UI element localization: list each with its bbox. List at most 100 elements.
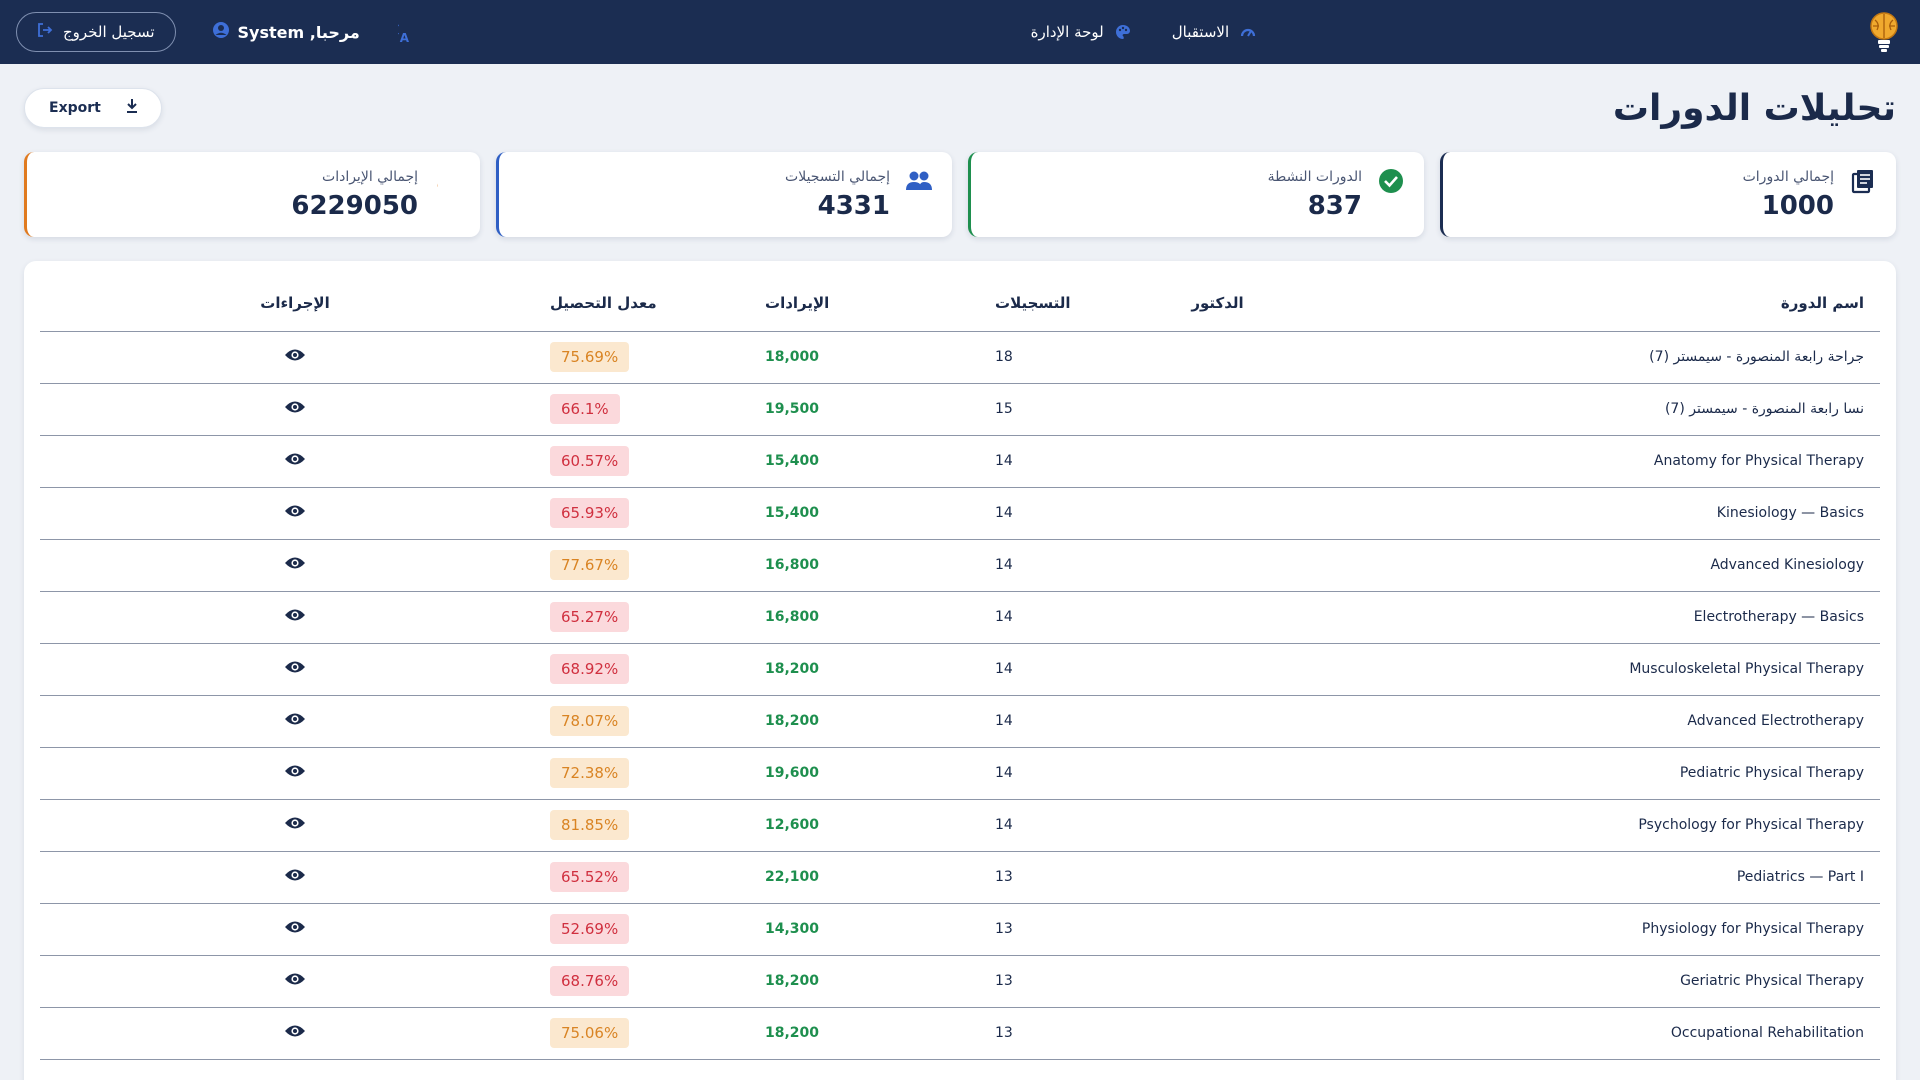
view-eye-icon[interactable]: [284, 452, 306, 466]
view-eye-icon[interactable]: [284, 504, 306, 518]
course-name-cell: Kinesiology — Basics: [1280, 487, 1880, 540]
revenue-value: 22,100: [765, 869, 820, 885]
collection-rate-badge: 78.07%: [550, 706, 630, 736]
people-icon: [904, 166, 934, 196]
actions-cell: [40, 331, 550, 384]
navbar-user-area: 文A مرحبا, System تسجيل الخروج: [16, 12, 424, 52]
actions-cell: [40, 903, 550, 956]
view-eye-icon[interactable]: [284, 400, 306, 414]
collection-rate-badge: 77.67%: [550, 550, 630, 580]
enrollments-cell: 14: [995, 539, 1155, 592]
table-row[interactable]: Pediatric Physical Therapy 14 19,600 72.38%: [40, 747, 1880, 800]
user-circle-icon: [212, 21, 230, 43]
table-row[interactable]: Advanced Electrotherapy 14 18,200 78.07%: [40, 695, 1880, 748]
table-row[interactable]: Electrotherapy — Basics 14 16,800 65.27%: [40, 591, 1880, 644]
actions-cell: [40, 695, 550, 748]
course-name-cell: Geriatric Physical Therapy: [1280, 955, 1880, 1008]
view-eye-icon[interactable]: [284, 868, 306, 882]
view-eye-icon[interactable]: [284, 816, 306, 830]
courses-icon: [1848, 166, 1878, 196]
svg-text:$: $: [437, 168, 439, 195]
brain-logo-icon[interactable]: [1864, 8, 1904, 56]
rate-cell: 68.76%: [550, 955, 765, 1008]
revenue-cell: 18,000: [765, 331, 995, 384]
col-header-collection-rate[interactable]: معدل التحصيل: [550, 275, 765, 332]
view-eye-icon[interactable]: [284, 608, 306, 622]
view-eye-icon[interactable]: [284, 1024, 306, 1038]
actions-cell: [40, 799, 550, 852]
view-eye-icon[interactable]: [284, 660, 306, 674]
revenue-value: 18,000: [765, 349, 820, 365]
actions-cell: [40, 487, 550, 540]
courses-table-panel: اسم الدورة الدكتور التسجيلات الإيرادات م…: [24, 261, 1896, 1080]
view-eye-icon[interactable]: [284, 556, 306, 570]
export-button[interactable]: Export: [24, 88, 162, 128]
collection-rate-badge: 65.52%: [550, 862, 630, 892]
enrollments-cell: 14: [995, 435, 1155, 488]
enrollments-cell: 13: [995, 851, 1155, 904]
revenue-value: 19,600: [765, 765, 820, 781]
table-row[interactable]: Psychology for Physical Therapy 14 12,600 8…: [40, 799, 1880, 852]
table-row[interactable]: Anatomy for Physical Therapy 14 15,400 60.5…: [40, 435, 1880, 488]
enrollments-cell: 14: [995, 591, 1155, 644]
table-row[interactable]: نسا رابعة المنصورة - سيمستر (7) 15 19,500 6…: [40, 383, 1880, 436]
table-row[interactable]: Musculoskeletal Physical Therapy 14 18,200…: [40, 643, 1880, 696]
revenue-value: 18,200: [765, 973, 820, 989]
table-row[interactable]: Physiology for Physical Therapy 13 14,300 5…: [40, 903, 1880, 956]
col-header-course-name[interactable]: اسم الدورة: [1280, 275, 1880, 332]
translate-icon[interactable]: 文A: [396, 18, 424, 46]
view-eye-icon[interactable]: [284, 348, 306, 362]
revenue-cell: 18,200: [765, 695, 995, 748]
table-row[interactable]: Geriatric Physical Therapy 13 18,200 68.76%: [40, 955, 1880, 1008]
collection-rate-badge: 65.27%: [550, 602, 630, 632]
dollar-icon: $: [432, 166, 462, 196]
nav-dashboard[interactable]: لوحة الإدارة: [1031, 23, 1132, 41]
course-name-cell: نسا رابعة المنصورة - سيمستر (7): [1280, 383, 1880, 436]
doctor-cell: [1155, 539, 1280, 592]
table-row[interactable]: Kinesiology — Basics 14 15,400 65.93%: [40, 487, 1880, 540]
collection-rate-badge: 60.57%: [550, 446, 630, 476]
view-eye-icon[interactable]: [284, 972, 306, 986]
enrollments-cell: 14: [995, 695, 1155, 748]
view-eye-icon[interactable]: [284, 920, 306, 934]
course-name-cell: Pediatric Physical Therapy: [1280, 747, 1880, 800]
nav-dashboard-label: لوحة الإدارة: [1030, 23, 1104, 41]
download-icon: [125, 98, 139, 118]
doctor-cell: [1155, 643, 1280, 696]
view-eye-icon[interactable]: [284, 712, 306, 726]
stat-card-total-revenue: $ إجمالي الإيرادات 6229050: [24, 152, 480, 237]
rate-cell: 75.06%: [550, 1007, 765, 1060]
collection-rate-badge: 52.69%: [550, 914, 630, 944]
doctor-cell: [1155, 851, 1280, 904]
svg-text:A: A: [399, 31, 409, 44]
doctor-cell: [1155, 903, 1280, 956]
collection-rate-badge: 75.06%: [550, 1018, 630, 1048]
logout-button[interactable]: تسجيل الخروج: [16, 12, 176, 52]
course-name-cell: جراحة رابعة المنصورة - سيمستر (7): [1280, 331, 1880, 384]
view-eye-icon[interactable]: [284, 764, 306, 778]
col-header-enrollments[interactable]: التسجيلات: [995, 275, 1155, 332]
revenue-value: 18,200: [765, 661, 820, 677]
revenue-cell: 14,300: [765, 903, 995, 956]
revenue-value: 19,500: [765, 401, 820, 417]
rate-cell: 52.69%: [550, 903, 765, 956]
rate-cell: 65.52%: [550, 851, 765, 904]
collection-rate-badge: 72.38%: [550, 758, 630, 788]
collection-rate-badge: 65.93%: [550, 498, 630, 528]
col-header-revenue[interactable]: الإيرادات: [765, 275, 995, 332]
courses-table: اسم الدورة الدكتور التسجيلات الإيرادات م…: [40, 275, 1880, 1060]
course-name-cell: Electrotherapy — Basics: [1280, 591, 1880, 644]
table-row[interactable]: Occupational Rehabilitation 13 18,200 75.06…: [40, 1007, 1880, 1060]
course-name-cell: Occupational Rehabilitation: [1280, 1007, 1880, 1060]
revenue-value: 15,400: [765, 505, 820, 521]
table-row[interactable]: Advanced Kinesiology 14 16,800 77.67%: [40, 539, 1880, 592]
stat-card-total-courses: إجمالي الدورات 1000: [1440, 152, 1896, 237]
col-header-doctor[interactable]: الدكتور: [1155, 275, 1280, 332]
course-name-cell: Physiology for Physical Therapy: [1280, 903, 1880, 956]
logout-icon: [37, 22, 53, 42]
rate-cell: 78.07%: [550, 695, 765, 748]
nav-reception[interactable]: الاستقبال: [1172, 23, 1257, 41]
doctor-cell: [1155, 955, 1280, 1008]
table-row[interactable]: جراحة رابعة المنصورة - سيمستر (7) 18 18,00…: [40, 331, 1880, 384]
table-row[interactable]: Pediatrics — Part I 13 22,100 65.52%: [40, 851, 1880, 904]
